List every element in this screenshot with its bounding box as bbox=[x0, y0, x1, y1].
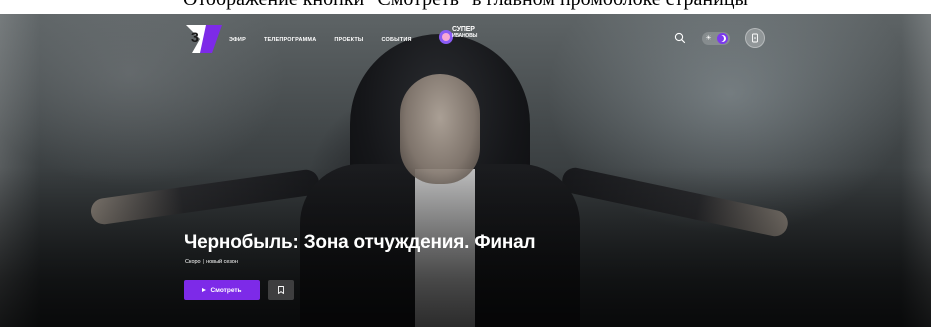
bookmark-icon bbox=[278, 286, 284, 294]
nav-item-efir[interactable]: ЭФИР bbox=[229, 37, 246, 43]
bookmark-button[interactable] bbox=[268, 280, 294, 300]
user-login-icon[interactable] bbox=[745, 28, 765, 48]
hero-title: Чернобыль: Зона отчуждения. Финал bbox=[184, 232, 536, 253]
watch-button-label: Смотреть bbox=[210, 286, 242, 294]
nav-item-sobytiya[interactable]: СОБЫТИЯ bbox=[382, 37, 412, 43]
hero-subtitle: Скоро | новый сезон bbox=[185, 259, 238, 265]
caption-bar: Отображение кнопки "Смотреть" в главном … bbox=[0, 0, 931, 14]
sun-icon: ☀ bbox=[705, 35, 712, 42]
moon-icon bbox=[719, 35, 726, 42]
caption-text: Отображение кнопки "Смотреть" в главном … bbox=[0, 0, 931, 11]
super-ivanovy-text[interactable]: СУПЕР ИВАНОВЫ bbox=[452, 26, 478, 39]
promo-block: 3 ЭФИР ТЕЛЕПРОГРАММА ПРОЕКТЫ СОБЫТИЯ СУП… bbox=[0, 14, 931, 327]
play-icon bbox=[202, 288, 207, 292]
watch-button[interactable]: Смотреть bbox=[184, 280, 260, 300]
hero-season: новый сезон bbox=[206, 259, 238, 265]
hero-separator: | bbox=[202, 259, 205, 265]
main-nav: ЭФИР ТЕЛЕПРОГРАММА ПРОЕКТЫ СОБЫТИЯ bbox=[229, 33, 430, 47]
search-icon[interactable] bbox=[673, 31, 687, 45]
channel-3-logo-icon[interactable]: 3 bbox=[186, 25, 222, 53]
theme-toggle[interactable]: ☀ bbox=[702, 32, 730, 45]
svg-text:3: 3 bbox=[191, 29, 199, 45]
super-ivanovy-line1: СУПЕР bbox=[452, 26, 475, 33]
nav-item-proekty[interactable]: ПРОЕКТЫ bbox=[334, 37, 363, 43]
nav-item-teleprogramma[interactable]: ТЕЛЕПРОГРАММА bbox=[264, 37, 316, 43]
super-ivanovy-line2: ИВАНОВЫ bbox=[452, 33, 478, 39]
hero-status: Скоро bbox=[185, 259, 201, 265]
